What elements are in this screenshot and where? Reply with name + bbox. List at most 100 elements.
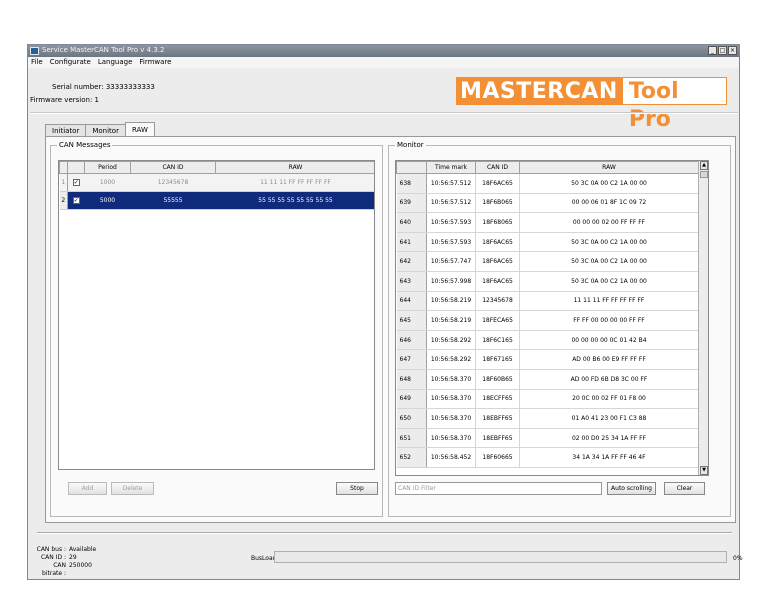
monitor-row-number[interactable]: 646	[396, 330, 427, 351]
monitor-row-number[interactable]: 641	[396, 232, 427, 253]
menu-firmware[interactable]: Firmware	[136, 57, 175, 68]
monitor-raw-cell[interactable]: FF FF 00 00 00 00 FF FF	[519, 310, 699, 331]
row-number[interactable]: 1	[59, 173, 68, 192]
monitor-raw-cell[interactable]: 00 00 06 01 8F 1C 09 72	[519, 193, 699, 214]
raw-column-header[interactable]: RAW	[215, 161, 374, 174]
monitor-canid-cell[interactable]: 18FECA65	[475, 310, 520, 331]
monitor-raw-cell[interactable]: 34 1A 34 1A FF FF 46 4F	[519, 447, 699, 468]
monitor-raw-cell[interactable]: AD 00 B6 00 E9 FF FF FF	[519, 349, 699, 370]
timemark-column-header[interactable]: Time mark	[426, 161, 476, 174]
monitor-canid-cell[interactable]: 12345678	[475, 291, 520, 312]
monitor-raw-column-header[interactable]: RAW	[519, 161, 699, 174]
monitor-canid-cell[interactable]: 18F6B065	[475, 193, 520, 214]
monitor-raw-cell[interactable]: 50 3C 0A 00 C2 1A 00 00	[519, 232, 699, 253]
row-number[interactable]: 2	[59, 191, 68, 210]
monitor-row[interactable]: 650 10:56:58.370 18EBFF65 01 A0 41 23 00 F1…	[396, 408, 699, 429]
time-cell[interactable]: 10:56:58.452	[426, 447, 476, 468]
time-cell[interactable]: 10:56:58.370	[426, 369, 476, 390]
monitor-row-number[interactable]: 640	[396, 212, 427, 233]
clear-button[interactable]: Clear	[664, 482, 705, 495]
monitor-row-number[interactable]: 649	[396, 389, 427, 410]
raw-cell[interactable]: 55 55 55 55 55 55 55 55	[215, 191, 374, 210]
monitor-canid-cell[interactable]: 18F6AC65	[475, 173, 520, 194]
menu-language[interactable]: Language	[95, 57, 137, 68]
close-button[interactable]: ×	[728, 46, 737, 55]
period-cell[interactable]: 1000	[84, 173, 131, 192]
auto-scrolling-button[interactable]: Auto scrolling	[607, 482, 656, 495]
monitor-row-number[interactable]: 643	[396, 271, 427, 292]
monitor-row[interactable]: 644 10:56:58.219 12345678 11 11 11 FF FF FF…	[396, 291, 699, 312]
monitor-canid-cell[interactable]: 18F68065	[475, 212, 520, 233]
monitor-canid-cell[interactable]: 18F6AC65	[475, 251, 520, 272]
monitor-raw-cell[interactable]: 50 3C 0A 00 C2 1A 00 00	[519, 251, 699, 272]
monitor-row-number[interactable]: 652	[396, 447, 427, 468]
scroll-thumb[interactable]	[700, 171, 708, 178]
monitor-row-number[interactable]: 645	[396, 310, 427, 331]
minimize-button[interactable]: _	[708, 46, 717, 55]
monitor-row[interactable]: 640 10:56:57.593 18F68065 00 00 00 02 00 FF…	[396, 212, 699, 233]
period-cell[interactable]: 5000	[84, 191, 131, 210]
menu-configurate[interactable]: Configurate	[47, 57, 95, 68]
monitor-scrollbar[interactable]: ▲ ▼	[698, 161, 708, 475]
monitor-raw-cell[interactable]: 50 3C 0A 00 C2 1A 00 00	[519, 271, 699, 292]
monitor-raw-cell[interactable]: 00 00 00 02 00 FF FF FF	[519, 212, 699, 233]
monitor-canid-cell[interactable]: 18F67165	[475, 349, 520, 370]
maximize-button[interactable]: □	[718, 46, 727, 55]
menu-file[interactable]: File	[28, 57, 47, 68]
monitor-row-number[interactable]: 647	[396, 349, 427, 370]
stop-button[interactable]: Stop	[336, 482, 378, 495]
monitor-raw-cell[interactable]: 01 A0 41 23 00 F1 C3 88	[519, 408, 699, 429]
monitor-canid-column-header[interactable]: CAN ID	[475, 161, 520, 174]
scroll-down-icon[interactable]: ▼	[700, 466, 708, 475]
time-cell[interactable]: 10:56:58.292	[426, 349, 476, 370]
time-cell[interactable]: 10:56:57.512	[426, 193, 476, 214]
monitor-row-number[interactable]: 639	[396, 193, 427, 214]
monitor-row-number[interactable]: 651	[396, 428, 427, 449]
canid-filter-input[interactable]: CAN ID Filter	[395, 482, 602, 495]
monitor-raw-cell[interactable]: AD 00 FD 6B D8 3C 00 FF	[519, 369, 699, 390]
enabled-checkbox[interactable]: ✓	[67, 173, 85, 192]
monitor-row-number[interactable]: 648	[396, 369, 427, 390]
monitor-row[interactable]: 645 10:56:58.219 18FECA65 FF FF 00 00 00 00…	[396, 310, 699, 331]
monitor-row[interactable]: 638 10:56:57.512 18F6AC65 50 3C 0A 00 C2 1A…	[396, 173, 699, 194]
canid-cell[interactable]: 12345678	[130, 173, 216, 192]
time-cell[interactable]: 10:56:58.370	[426, 428, 476, 449]
monitor-canid-cell[interactable]: 18EBFF65	[475, 428, 520, 449]
monitor-canid-cell[interactable]: 18F60665	[475, 447, 520, 468]
monitor-row[interactable]: 649 10:56:58.370 18ECFF65 20 0C 00 02 FF 01…	[396, 389, 699, 410]
monitor-raw-cell[interactable]: 50 3C 0A 00 C2 1A 00 00	[519, 173, 699, 194]
monitor-raw-cell[interactable]: 02 00 D0 25 34 1A FF FF	[519, 428, 699, 449]
monitor-row-number[interactable]: 638	[396, 173, 427, 194]
monitor-row-number[interactable]: 650	[396, 408, 427, 429]
time-cell[interactable]: 10:56:58.219	[426, 310, 476, 331]
monitor-raw-cell[interactable]: 00 00 00 00 0C 01 42 B4	[519, 330, 699, 351]
title-bar[interactable]: Service MasterCAN Tool Pro v 4.3.2 _ □ ×	[28, 45, 739, 57]
canid-column-header[interactable]: CAN ID	[130, 161, 216, 174]
monitor-canid-cell[interactable]: 18F6AC65	[475, 232, 520, 253]
time-cell[interactable]: 10:56:57.593	[426, 232, 476, 253]
time-cell[interactable]: 10:56:57.998	[426, 271, 476, 292]
monitor-row[interactable]: 647 10:56:58.292 18F67165 AD 00 B6 00 E9 FF…	[396, 349, 699, 370]
time-cell[interactable]: 10:56:57.747	[426, 251, 476, 272]
time-cell[interactable]: 10:56:58.370	[426, 408, 476, 429]
monitor-row[interactable]: 643 10:56:57.998 18F6AC65 50 3C 0A 00 C2 1A…	[396, 271, 699, 292]
table-row[interactable]: 2 ✓ 5000 55555 55 55 55 55 55 55 55 55	[59, 191, 374, 210]
monitor-row[interactable]: 648 10:56:58.370 18F60B65 AD 00 FD 6B D8 3C…	[396, 369, 699, 390]
monitor-canid-cell[interactable]: 18EBFF65	[475, 408, 520, 429]
monitor-raw-cell[interactable]: 20 0C 00 02 FF 01 F8 00	[519, 389, 699, 410]
monitor-canid-cell[interactable]: 18ECFF65	[475, 389, 520, 410]
period-column-header[interactable]: Period	[84, 161, 131, 174]
time-cell[interactable]: 10:56:58.292	[426, 330, 476, 351]
monitor-row[interactable]: 646 10:56:58.292 18F6C165 00 00 00 00 0C 01…	[396, 330, 699, 351]
monitor-row-number[interactable]: 644	[396, 291, 427, 312]
monitor-row[interactable]: 642 10:56:57.747 18F6AC65 50 3C 0A 00 C2 1A…	[396, 251, 699, 272]
monitor-row[interactable]: 652 10:56:58.452 18F60665 34 1A 34 1A FF FF…	[396, 447, 699, 468]
raw-cell[interactable]: 11 11 11 FF FF FF FF FF	[215, 173, 374, 192]
monitor-canid-cell[interactable]: 18F6C165	[475, 330, 520, 351]
tab-raw[interactable]: RAW	[124, 122, 155, 137]
monitor-raw-cell[interactable]: 11 11 11 FF FF FF FF FF	[519, 291, 699, 312]
add-button[interactable]: Add	[68, 482, 107, 495]
monitor-canid-cell[interactable]: 18F60B65	[475, 369, 520, 390]
time-cell[interactable]: 10:56:58.370	[426, 389, 476, 410]
scroll-up-icon[interactable]: ▲	[700, 161, 708, 170]
